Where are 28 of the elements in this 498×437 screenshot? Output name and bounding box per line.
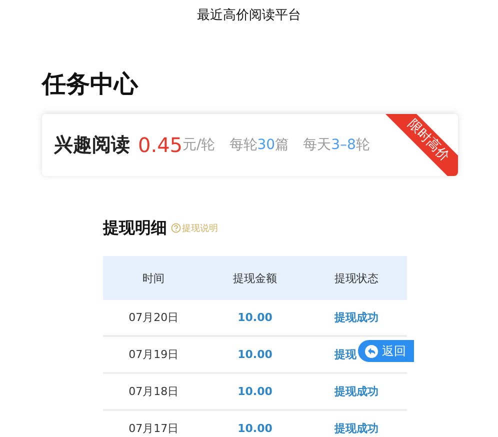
amount-cell-text: 10.00 xyxy=(236,348,274,361)
column-header: 时间 xyxy=(142,270,166,286)
price-unit: 元/轮 xyxy=(182,136,216,154)
amount-cell-text: 10.00 xyxy=(236,311,274,324)
section-title: 任务中心 xyxy=(42,69,138,100)
withdrawals-title: 提现明细 xyxy=(103,218,167,238)
back-button[interactable]: 返回 xyxy=(358,340,414,362)
task-card[interactable]: 兴趣阅读 0.45元/轮 每轮30篇 每天3–8轮 限时高价 xyxy=(42,114,458,176)
status-cell: 提现成功 xyxy=(334,384,379,399)
price: 0.45 xyxy=(138,133,183,157)
rounds-info: 每轮30篇 xyxy=(229,136,290,154)
column-header: 提现金额 xyxy=(232,270,278,286)
task-name: 兴趣阅读 xyxy=(54,133,130,158)
status-cell: 提现成功 xyxy=(334,421,379,436)
daily-info: 每天3–8轮 xyxy=(303,136,370,154)
status-cell: 提现成功 xyxy=(334,310,379,325)
help-icon xyxy=(171,223,181,233)
back-icon xyxy=(365,344,378,358)
help-link[interactable]: 提现说明 xyxy=(171,222,218,234)
amount-cell-text: 10.00 xyxy=(236,385,274,398)
page-title: 最近高价阅读平台 xyxy=(196,7,302,25)
date-cell-text: 07月19日 xyxy=(128,347,180,362)
date-cell-text: 07月17日 xyxy=(128,421,180,436)
date-cell-text: 07月20日 xyxy=(128,310,180,325)
date-cell-text: 07月18日 xyxy=(128,384,180,399)
amount-cell-text: 10.00 xyxy=(236,422,274,435)
column-header: 提现状态 xyxy=(333,270,380,286)
status-cell: 提现 xyxy=(334,347,357,362)
